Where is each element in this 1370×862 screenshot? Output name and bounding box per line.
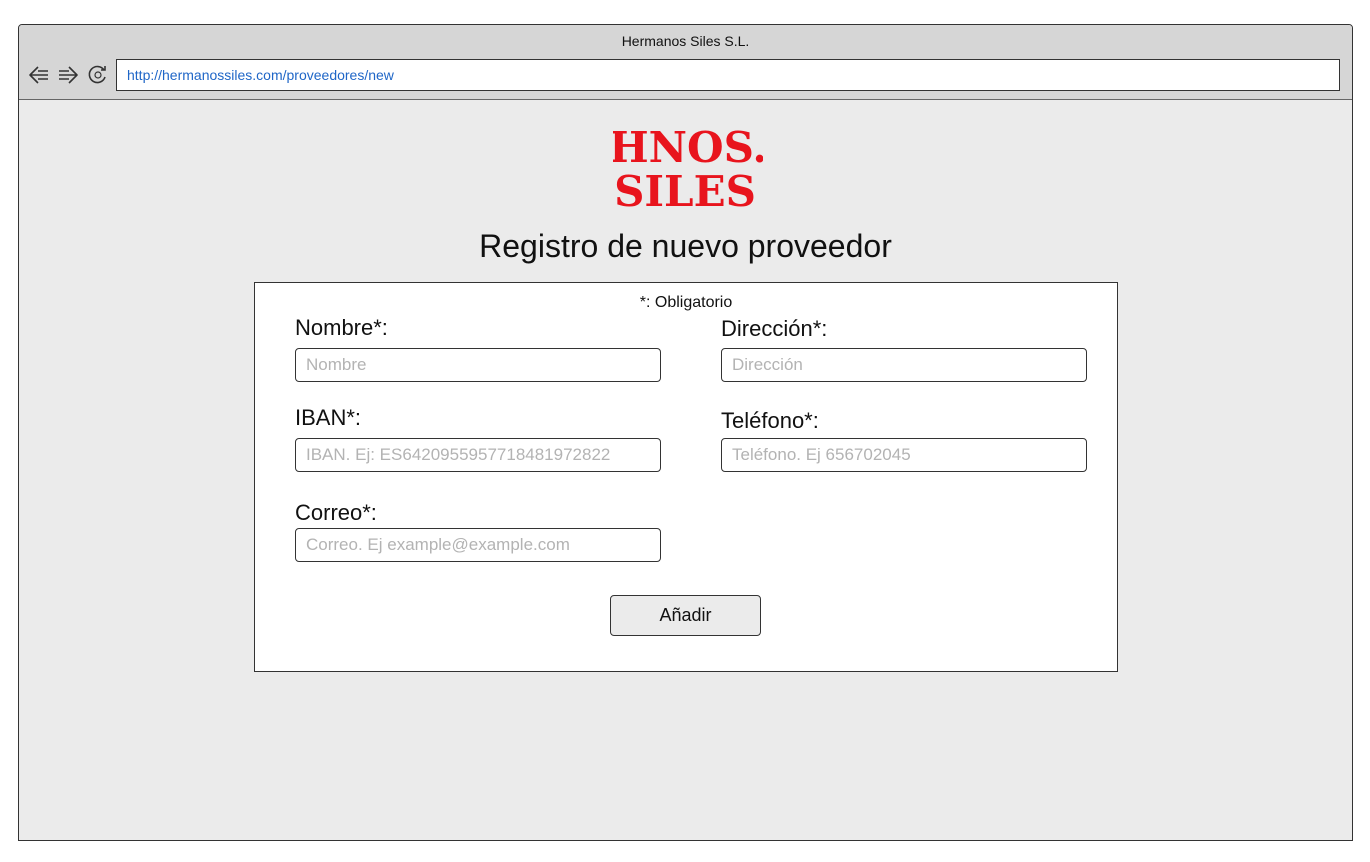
address-bar[interactable]: http://hermanossiles.com/proveedores/new bbox=[116, 59, 1340, 91]
iban-input[interactable] bbox=[295, 438, 661, 472]
nombre-label: Nombre*: bbox=[295, 315, 388, 340]
required-note: *: Obligatorio bbox=[639, 294, 733, 311]
refresh-icon[interactable] bbox=[86, 63, 110, 87]
browser-window: Hermanos Siles S.L. http://hermanossiles… bbox=[18, 24, 1353, 841]
page-title: Registro de nuevo proveedor bbox=[479, 228, 892, 264]
telefono-input[interactable] bbox=[721, 438, 1087, 472]
correo-label: Correo*: bbox=[295, 500, 377, 525]
nombre-input[interactable] bbox=[295, 348, 661, 382]
browser-titlebar: Hermanos Siles S.L. http://hermanossiles… bbox=[19, 25, 1352, 100]
logo-line-2: SILES bbox=[614, 167, 756, 210]
company-logo: HNOS. SILES bbox=[613, 123, 763, 210]
back-arrow-icon[interactable] bbox=[27, 63, 51, 87]
add-button[interactable]: Añadir bbox=[610, 595, 761, 636]
supplier-form: *: Obligatorio Nombre*: Dirección*: IBAN… bbox=[254, 282, 1118, 672]
page-content: HNOS. SILES Registro de nuevo proveedor … bbox=[19, 100, 1352, 840]
iban-label: IBAN*: bbox=[295, 405, 362, 430]
url-text: http://hermanossiles.com/proveedores/new bbox=[127, 67, 394, 83]
forward-arrow-icon[interactable] bbox=[56, 63, 80, 87]
logo-line-1: HNOS. bbox=[613, 123, 763, 172]
correo-input[interactable] bbox=[295, 528, 661, 562]
direccion-label: Dirección*: bbox=[721, 316, 828, 341]
direccion-input[interactable] bbox=[721, 348, 1087, 382]
telefono-label: Teléfono*: bbox=[721, 408, 819, 433]
window-title: Hermanos Siles S.L. bbox=[621, 33, 750, 49]
